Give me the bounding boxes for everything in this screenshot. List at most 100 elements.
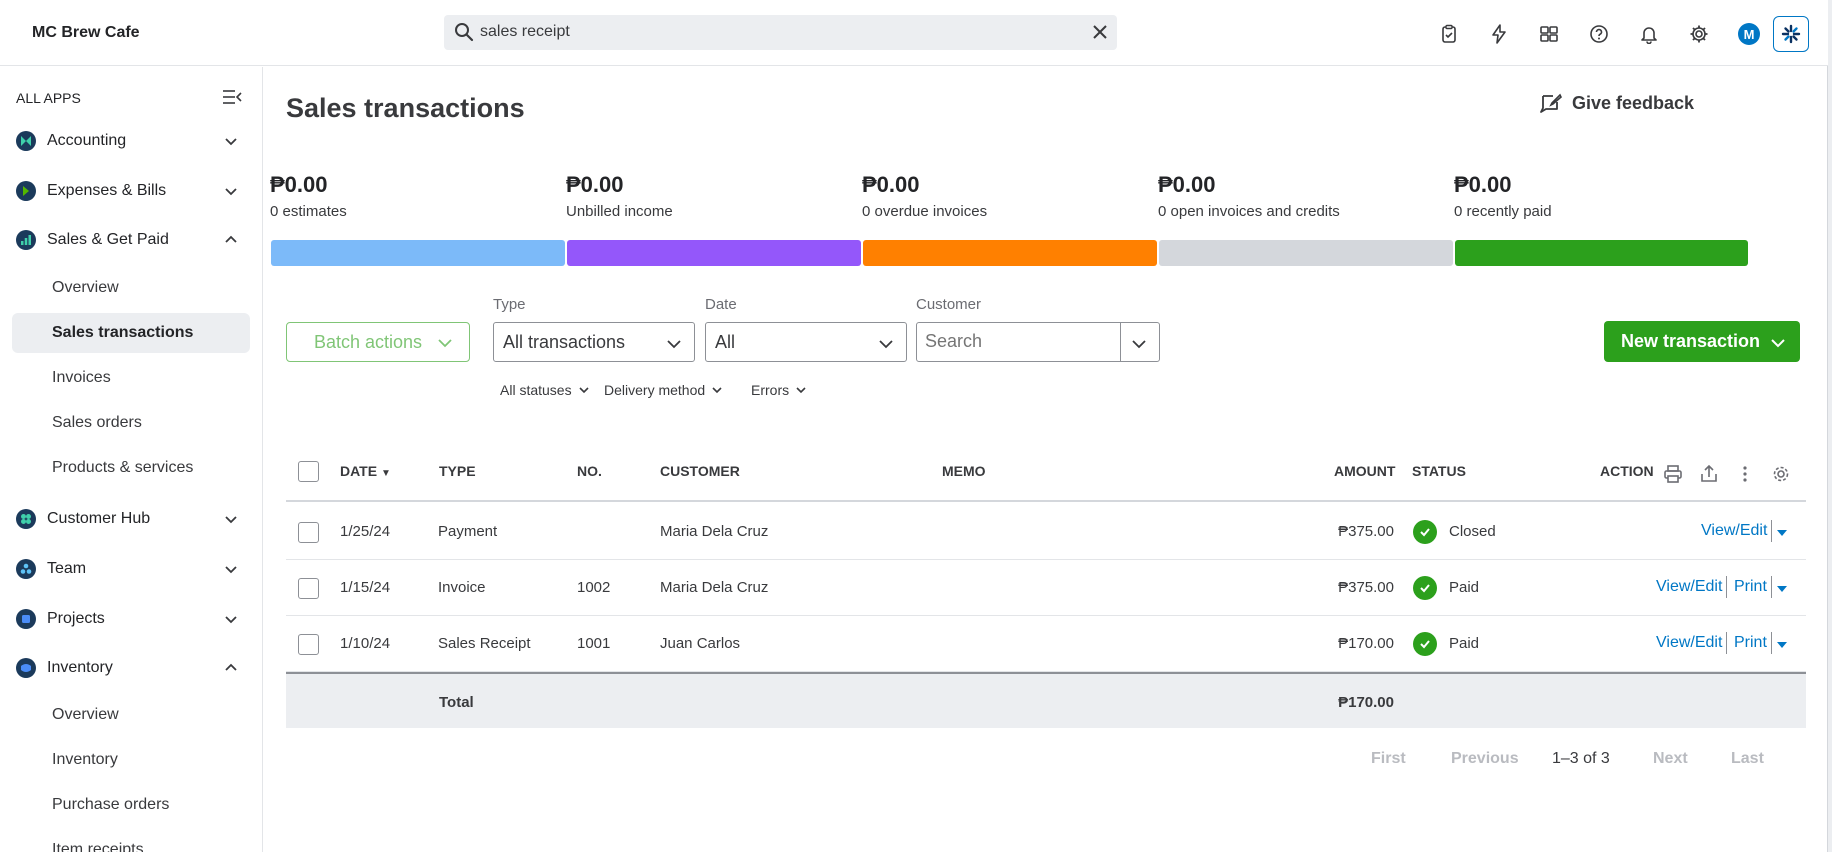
sidebar-item-customer-hub[interactable]: Customer Hub (0, 497, 262, 541)
money-item-unbilled[interactable]: ₱0.00 Unbilled income (566, 172, 861, 220)
column-status[interactable]: STATUS (1412, 463, 1466, 479)
batch-actions-button[interactable]: Batch actions (286, 322, 470, 362)
sidebar-item-inventory[interactable]: Inventory (0, 646, 262, 690)
sidebar-subitem-sales-orders[interactable]: Sales orders (12, 403, 250, 443)
subitem-label: Inventory (52, 751, 118, 768)
column-date[interactable]: DATE ▼ (340, 463, 391, 479)
customer-filter[interactable] (916, 322, 1160, 362)
lightning-icon[interactable] (1474, 20, 1524, 48)
gear-icon[interactable] (1674, 20, 1724, 48)
print-link[interactable]: Print (1734, 578, 1767, 596)
sidebar-item-accounting[interactable]: Accounting (0, 119, 262, 163)
sidebar-item-projects[interactable]: Projects (0, 597, 262, 641)
table-row[interactable]: 1/25/24 Payment Maria Dela Cruz ₱375.00 … (286, 504, 1806, 560)
sidebar-item-sales-get-paid[interactable]: Sales & Get Paid (0, 218, 262, 262)
status-filter[interactable]: All statuses (500, 382, 590, 398)
new-transaction-button[interactable]: New transaction (1604, 321, 1800, 362)
sidebar-subitem-sales-transactions[interactable]: Sales transactions (12, 313, 250, 353)
search-input[interactable] (480, 21, 1070, 43)
pager-next[interactable]: Next (1653, 750, 1688, 768)
pager-first[interactable]: First (1371, 750, 1406, 768)
column-customer[interactable]: CUSTOMER (660, 463, 740, 479)
sidebar-item-label: Expenses & Bills (47, 182, 167, 199)
view-edit-link[interactable]: View/Edit (1656, 578, 1722, 596)
user-avatar[interactable]: M (1724, 20, 1774, 48)
type-filter-select[interactable]: All transactions (493, 322, 695, 362)
money-segment-unbilled[interactable] (567, 240, 861, 266)
check-circle-icon (1413, 576, 1437, 600)
customer-hub-icon (16, 509, 36, 529)
row-checkbox[interactable] (298, 578, 319, 599)
chevron-down-icon (712, 387, 722, 394)
customer-search-input[interactable] (925, 331, 1115, 352)
collapse-menu-icon[interactable] (222, 89, 242, 105)
print-icon[interactable] (1663, 464, 1683, 484)
divider (1726, 576, 1727, 598)
assistant-button[interactable] (1773, 16, 1809, 52)
pager-previous[interactable]: Previous (1451, 750, 1519, 768)
column-type[interactable]: TYPE (439, 463, 476, 479)
table-total-row: Total ₱170.00 (286, 672, 1806, 728)
money-item-estimates[interactable]: ₱0.00 0 estimates (270, 172, 565, 220)
date-filter-label: Date (705, 296, 737, 313)
errors-filter[interactable]: Errors (751, 382, 807, 398)
table-row[interactable]: 1/15/24 Invoice 1002 Maria Dela Cruz ₱37… (286, 560, 1806, 616)
sidebar-item-expenses-bills[interactable]: Expenses & Bills (0, 169, 262, 213)
money-item-paid[interactable]: ₱0.00 0 recently paid (1454, 172, 1749, 220)
table-row[interactable]: 1/10/24 Sales Receipt 1001 Juan Carlos ₱… (286, 616, 1806, 672)
divider (1771, 520, 1772, 542)
column-memo[interactable]: MEMO (942, 463, 986, 479)
chevron-down-icon (1771, 339, 1785, 348)
caret-down-icon[interactable] (1776, 640, 1788, 650)
money-item-open[interactable]: ₱0.00 0 open invoices and credits (1158, 172, 1453, 220)
bell-icon[interactable] (1624, 20, 1674, 48)
cell-amount: ₱375.00 (1338, 523, 1394, 540)
date-filter-select[interactable]: All (705, 322, 907, 362)
column-amount[interactable]: AMOUNT (1334, 463, 1395, 479)
chevron-down-icon[interactable] (1131, 336, 1147, 352)
company-name[interactable]: MC Brew Cafe (32, 24, 140, 42)
money-item-overdue[interactable]: ₱0.00 0 overdue invoices (862, 172, 1157, 220)
sidebar-subitem-item-receipts[interactable]: Item receipts (12, 830, 250, 852)
money-segment-overdue[interactable] (863, 240, 1157, 266)
export-icon[interactable] (1699, 464, 1719, 484)
caret-down-icon[interactable] (1776, 584, 1788, 594)
team-icon (16, 559, 36, 579)
table-settings-gear-icon[interactable] (1771, 464, 1791, 484)
select-all-checkbox[interactable] (298, 461, 319, 482)
clipboard-icon[interactable] (1424, 20, 1474, 48)
global-search[interactable] (444, 15, 1117, 50)
sidebar-subitem-overview[interactable]: Overview (12, 268, 250, 308)
date-filter-value: All (715, 332, 736, 352)
divider (1120, 323, 1121, 361)
sidebar-item-team[interactable]: Team (0, 547, 262, 591)
print-link[interactable]: Print (1734, 634, 1767, 652)
sidebar-subitem-purchase-orders[interactable]: Purchase orders (12, 785, 250, 825)
sidebar-subitem-inventory-overview[interactable]: Overview (12, 695, 250, 735)
column-no[interactable]: NO. (577, 463, 602, 479)
view-edit-link[interactable]: View/Edit (1701, 522, 1767, 540)
pager-last[interactable]: Last (1731, 750, 1764, 768)
money-segment-estimates[interactable] (271, 240, 565, 266)
sidebar-subitem-products-services[interactable]: Products & services (12, 448, 250, 488)
row-checkbox[interactable] (298, 634, 319, 655)
sidebar-subitem-inventory[interactable]: Inventory (12, 740, 250, 780)
row-checkbox[interactable] (298, 522, 319, 543)
close-icon[interactable] (1091, 23, 1109, 41)
give-feedback-link[interactable]: Give feedback (1539, 91, 1694, 115)
money-segment-paid[interactable] (1455, 240, 1748, 266)
sidebar-subitem-invoices[interactable]: Invoices (12, 358, 250, 398)
money-label: 0 overdue invoices (862, 203, 988, 220)
table-header: DATE ▼ TYPE NO. CUSTOMER MEMO AMOUNT STA… (286, 442, 1806, 502)
chevron-down-icon (225, 566, 237, 574)
help-icon[interactable] (1574, 20, 1624, 48)
divider (1726, 632, 1727, 654)
caret-down-icon[interactable] (1776, 528, 1788, 538)
apps-icon[interactable] (1524, 20, 1574, 48)
sidebar-item-label: Projects (47, 610, 105, 627)
money-segment-open[interactable] (1159, 240, 1453, 266)
view-edit-link[interactable]: View/Edit (1656, 634, 1722, 652)
delivery-method-filter[interactable]: Delivery method (604, 382, 723, 398)
more-vertical-icon[interactable] (1735, 464, 1755, 484)
column-date-label: DATE (340, 463, 378, 479)
